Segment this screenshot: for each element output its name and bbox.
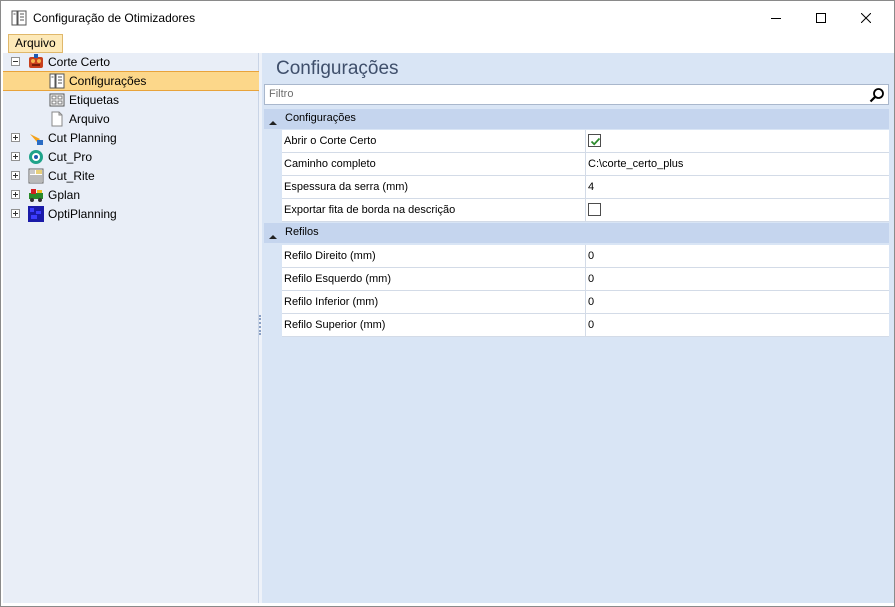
labels-icon	[49, 92, 65, 108]
search-icon[interactable]	[869, 87, 885, 106]
tree-item-label: Gplan	[48, 187, 81, 202]
menu-arquivo[interactable]: Arquivo	[8, 34, 63, 53]
tree-item-cut-planning[interactable]: Cut Planning	[11, 128, 117, 147]
group-header-refilos[interactable]: Refilos	[264, 223, 889, 243]
espessura-serra-value[interactable]: 4	[588, 176, 888, 198]
window-title: Configuração de Otimizadores	[33, 11, 196, 25]
tree-item-label: Cut Planning	[48, 130, 117, 145]
cut-rite-icon	[28, 168, 44, 184]
close-button[interactable]	[843, 1, 889, 34]
row-gutter	[264, 245, 282, 268]
optiplanning-icon	[28, 205, 44, 222]
property-name: Refilo Direito (mm)	[282, 245, 586, 267]
tree-item-optiplanning[interactable]: OptiPlanning	[11, 204, 117, 223]
cut-planning-icon	[28, 130, 44, 146]
row-gutter	[264, 153, 282, 176]
maximize-button[interactable]	[798, 1, 844, 34]
minimize-button[interactable]	[753, 1, 799, 34]
property-name: Exportar fita de borda na descrição	[282, 199, 586, 221]
filter-input[interactable]: Filtro	[264, 84, 889, 105]
filter-placeholder: Filtro	[269, 88, 294, 100]
app-icon	[11, 10, 27, 26]
row-gutter	[264, 314, 282, 337]
row-gutter	[264, 268, 282, 291]
tree-item-label: Corte Certo	[48, 54, 111, 69]
property-value-exportar-fita[interactable]	[588, 199, 888, 221]
row-gutter	[264, 176, 282, 199]
property-name: Refilo Inferior (mm)	[282, 291, 586, 313]
refilo-direito-value[interactable]: 0	[588, 245, 888, 267]
tree-item-label: Etiquetas	[69, 92, 120, 107]
splitter-grip[interactable]	[259, 315, 261, 335]
properties-panel: Configurações Filtro Configurações Abrir…	[262, 53, 894, 603]
property-name: Refilo Esquerdo (mm)	[282, 268, 586, 290]
property-row: Refilo Direito (mm) 0	[282, 245, 889, 268]
refilo-superior-value[interactable]: 0	[588, 314, 888, 336]
expand-icon[interactable]	[11, 190, 20, 199]
tree-item-arquivo[interactable]: Arquivo	[49, 109, 110, 128]
app-window: Configuração de Otimizadores Arquivo Cor…	[0, 0, 895, 607]
property-name: Caminho completo	[282, 153, 586, 175]
expand-icon[interactable]	[11, 209, 20, 218]
refilo-inferior-value[interactable]: 0	[588, 291, 888, 313]
group-title: Configurações	[285, 112, 356, 124]
group-title: Refilos	[285, 226, 319, 238]
collapse-icon[interactable]	[11, 57, 20, 66]
row-gutter	[264, 291, 282, 314]
tree-item-cut-rite[interactable]: Cut_Rite	[11, 166, 95, 185]
caminho-completo-value[interactable]: C:\corte_certo_plus	[588, 153, 888, 175]
gplan-icon	[28, 187, 44, 203]
collapse-arrow-icon[interactable]	[269, 115, 277, 129]
property-row: Refilo Inferior (mm) 0	[282, 291, 889, 314]
menu-bar: Arquivo	[1, 34, 894, 53]
exportar-fita-checkbox[interactable]	[588, 203, 601, 216]
tree-item-corte-certo[interactable]: Corte Certo	[11, 52, 110, 71]
property-name: Abrir o Corte Certo	[282, 130, 586, 152]
tree-item-label: Configurações	[69, 73, 147, 88]
property-row: Exportar fita de borda na descrição	[282, 199, 889, 222]
property-row: Caminho completo C:\corte_certo_plus	[282, 153, 889, 176]
property-row: Refilo Esquerdo (mm) 0	[282, 268, 889, 291]
collapse-arrow-icon[interactable]	[269, 229, 277, 243]
property-name: Espessura da serra (mm)	[282, 176, 586, 198]
refilo-esquerdo-value[interactable]: 0	[588, 268, 888, 290]
property-name: Refilo Superior (mm)	[282, 314, 586, 336]
optimizer-tree: Corte Certo Configurações Etiquetas Arqu…	[3, 53, 259, 603]
title-bar[interactable]: Configuração de Otimizadores	[1, 1, 894, 34]
tree-item-label: Arquivo	[69, 111, 110, 126]
expand-icon[interactable]	[11, 171, 20, 180]
settings-list-icon	[49, 73, 65, 89]
tree-item-gplan[interactable]: Gplan	[11, 185, 80, 204]
property-row: Refilo Superior (mm) 0	[282, 314, 889, 337]
property-value-abrir-corte-certo[interactable]	[588, 130, 888, 152]
property-row: Abrir o Corte Certo	[282, 130, 889, 153]
tree-item-label: OptiPlanning	[48, 206, 117, 221]
corte-certo-icon	[28, 53, 44, 70]
property-row: Espessura da serra (mm) 4	[282, 176, 889, 199]
tree-item-configuracoes[interactable]: Configurações	[49, 71, 146, 90]
tree-item-etiquetas[interactable]: Etiquetas	[49, 90, 119, 109]
row-gutter	[264, 130, 282, 153]
page-title: Configurações	[276, 58, 399, 79]
expand-icon[interactable]	[11, 152, 20, 161]
expand-icon[interactable]	[11, 133, 20, 142]
group-header-configuracoes[interactable]: Configurações	[264, 109, 889, 129]
tree-item-label: Cut_Pro	[48, 149, 93, 164]
cut-pro-icon	[28, 149, 44, 165]
document-icon	[49, 111, 65, 127]
abrir-corte-certo-checkbox[interactable]	[588, 134, 601, 147]
row-gutter	[264, 199, 282, 222]
tree-item-cut-pro[interactable]: Cut_Pro	[11, 147, 92, 166]
tree-item-label: Cut_Rite	[48, 168, 95, 183]
